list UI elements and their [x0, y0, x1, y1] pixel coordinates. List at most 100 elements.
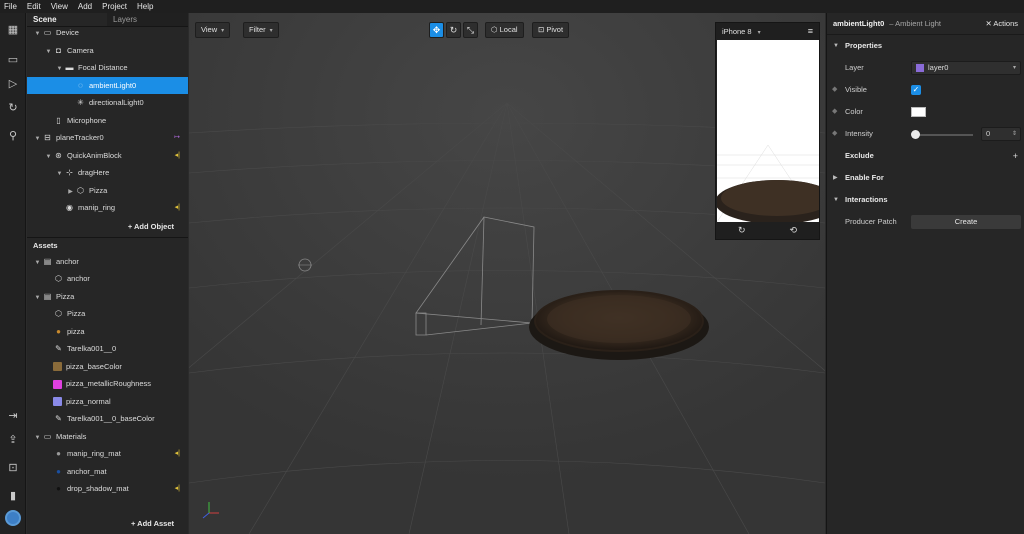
tree-item[interactable]: ⬡ Pizza — [27, 305, 188, 323]
tree-item-label: pizza_metallicRoughness — [66, 379, 152, 388]
filter-dropdown[interactable]: Filter ▾ — [243, 22, 279, 38]
intensity-slider-track[interactable] — [915, 134, 973, 136]
device-icon[interactable]: ▮ — [6, 489, 20, 503]
tree-item[interactable]: ▼ ▭ Materials — [27, 428, 188, 446]
tree-item[interactable]: ● anchor_mat — [27, 463, 188, 481]
enable-for-section[interactable]: ▶ Enable For — [827, 167, 1024, 189]
simulator-header: iPhone 8 ▾ ≡ — [716, 23, 819, 40]
import-icon[interactable]: ⇥ — [6, 409, 20, 423]
add-object-button[interactable]: + Add Object — [27, 217, 188, 237]
visible-label: Visible — [845, 85, 867, 94]
intensity-slider-knob[interactable] — [911, 130, 920, 139]
share-icon[interactable]: ⇪ — [6, 433, 20, 447]
viewport[interactable]: View ▾ Filter ▾ ✥ ↻ ⤡ ⬡ Local ⊡ Pivot iPho… — [189, 13, 825, 534]
rotate-device-icon[interactable]: ⟲ — [789, 225, 797, 236]
menu-edit[interactable]: Edit — [27, 2, 41, 11]
tree-item-label: anchor — [67, 274, 90, 283]
properties-section[interactable]: ▼ Properties — [827, 35, 1024, 57]
actions-button[interactable]: ✕ Actions — [985, 13, 1018, 35]
color-row: ◆ Color — [827, 101, 1024, 123]
tree-item[interactable]: ✎ Tarelka001__0 — [27, 340, 188, 358]
device-dropdown[interactable]: iPhone 8 ▾ — [722, 27, 761, 36]
chevron-down-icon: ▼ — [833, 197, 839, 203]
tree-item[interactable]: ▯ Microphone — [27, 112, 188, 130]
color-swatch[interactable] — [911, 107, 926, 117]
add-asset-button[interactable]: + Add Asset — [131, 514, 188, 534]
tree-item[interactable]: ◉ manip_ring ◂| — [27, 199, 188, 217]
tree-item[interactable]: ▼ ⊹ dragHere — [27, 164, 188, 182]
tree-item[interactable]: ▶ ⬡ Pizza — [27, 182, 188, 200]
tree-item[interactable]: ✎ Tarelka001__0_baseColor — [27, 410, 188, 428]
keyframe-icon[interactable]: ◆ — [832, 79, 837, 101]
patch-link-icon[interactable]: ◂| — [175, 147, 180, 165]
layer-row: Layer layer0 ▾ — [827, 57, 1024, 79]
item-type-icon: ● — [56, 484, 61, 493]
tree-item[interactable]: ● pizza — [27, 323, 188, 341]
tree-item-label: Camera — [67, 45, 94, 55]
interactions-section[interactable]: ▼ Interactions — [827, 189, 1024, 211]
producer-patch-label: Producer Patch — [845, 217, 897, 226]
tree-item-label: manip_ring_mat — [67, 449, 121, 458]
tree-item-label: dragHere — [78, 168, 110, 177]
search-icon[interactable]: ⚲ — [6, 129, 20, 143]
tree-item[interactable]: ✳ directionalLight0 — [27, 94, 188, 112]
tree-item[interactable]: ▼ ▭ Device — [27, 24, 188, 42]
tree-item[interactable]: ▼ ⊟ planeTracker0 ↦ — [27, 129, 188, 147]
scale-tool-icon[interactable]: ⤡ — [463, 22, 478, 38]
tree-item[interactable]: ▼ ⊛ QuickAnimBlock ◂| — [27, 147, 188, 165]
tree-item[interactable]: pizza_baseColor — [27, 358, 188, 376]
intensity-label: Intensity — [845, 129, 873, 138]
view-dropdown[interactable]: View ▾ — [195, 22, 231, 38]
item-type-icon: ▬ — [65, 63, 74, 72]
item-type-icon: ✳ — [77, 98, 84, 107]
tree-item[interactable]: ⬡ anchor — [27, 270, 188, 288]
refresh-icon[interactable]: ↻ — [6, 101, 20, 115]
play-icon[interactable]: ▷ — [6, 77, 20, 91]
layout-icon[interactable]: ▦ — [6, 23, 20, 37]
menu-icon[interactable]: ≡ — [808, 23, 813, 40]
add-exclude-icon[interactable]: + — [1013, 145, 1018, 167]
menu-project[interactable]: Project — [102, 2, 127, 11]
simulator-screen[interactable] — [717, 40, 819, 222]
move-tool-icon[interactable]: ✥ — [429, 22, 444, 38]
avatar[interactable] — [5, 510, 21, 526]
export-icon[interactable]: ⊡ — [6, 461, 20, 475]
tree-item[interactable]: ● manip_ring_mat ◂| — [27, 445, 188, 463]
menu-file[interactable]: File — [4, 2, 17, 11]
patch-link-icon[interactable]: ◂| — [175, 199, 180, 217]
menu-help[interactable]: Help — [137, 2, 153, 11]
tree-item[interactable]: ▼ ▤ anchor — [27, 253, 188, 271]
menu-add[interactable]: Add — [78, 2, 92, 11]
intensity-row: ◆ Intensity 0 ⇕ — [827, 123, 1024, 145]
item-type-icon: ▯ — [56, 115, 61, 125]
tree-item[interactable]: pizza_normal — [27, 393, 188, 411]
layer-select[interactable]: layer0 ▾ — [911, 61, 1021, 75]
patch-link-icon[interactable]: ◂| — [175, 480, 180, 498]
tree-item[interactable]: ▼ ◘ Camera — [27, 42, 188, 60]
video-icon[interactable]: ▭ — [6, 53, 20, 67]
create-button[interactable]: Create — [911, 215, 1021, 229]
visible-checkbox[interactable]: ✓ — [911, 85, 921, 95]
item-type-icon: ▭ — [43, 431, 52, 441]
tree-item[interactable]: pizza_metallicRoughness — [27, 375, 188, 393]
asset-tree: ▼ ▤ anchor ⬡ anchor ▼ ▤ Pizza ⬡ Pizza ● pizza ✎ Tarel… — [27, 253, 188, 498]
tree-item[interactable]: ▼ ▬ Focal Distance — [27, 59, 188, 77]
texture-swatch-icon — [53, 362, 62, 372]
menu-view[interactable]: View — [51, 2, 68, 11]
keyframe-icon[interactable]: ◆ — [832, 123, 837, 145]
pizza-model[interactable] — [529, 290, 709, 360]
tree-item[interactable]: ● drop_shadow_mat ◂| — [27, 480, 188, 498]
tree-item-label: pizza_baseColor — [66, 361, 122, 371]
rotate-tool-icon[interactable]: ↻ — [446, 22, 461, 38]
tree-item[interactable]: ◌ ambientLight0 — [27, 76, 188, 94]
local-button[interactable]: ⬡ Local — [485, 22, 524, 38]
intensity-input[interactable]: 0 ⇕ — [981, 127, 1021, 141]
keyframe-icon[interactable]: ◆ — [832, 101, 837, 123]
restart-icon[interactable]: ↻ — [738, 225, 746, 236]
inspector-panel: ambientLight0 – Ambient Light ✕ Actions ▼… — [826, 13, 1024, 534]
tree-item[interactable]: ▼ ▤ Pizza — [27, 288, 188, 306]
pivot-button[interactable]: ⊡ Pivot — [532, 22, 570, 38]
patch-link-icon[interactable]: ◂| — [175, 445, 180, 463]
tree-item-label: Materials — [56, 431, 87, 441]
patch-link-icon[interactable]: ↦ — [174, 129, 180, 147]
